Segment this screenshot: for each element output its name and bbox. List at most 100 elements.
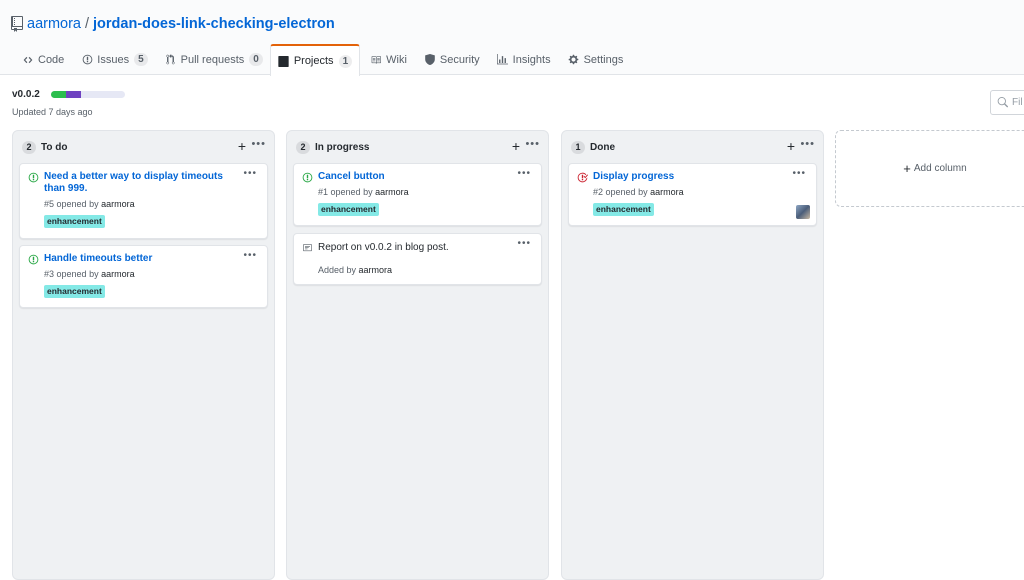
note-icon (303, 244, 312, 252)
progress-done-segment (51, 91, 66, 98)
card-menu-kebab-icon[interactable]: ••• (243, 250, 257, 261)
filter-cards-input[interactable]: Fil (990, 90, 1024, 115)
column-menu-kebab-icon[interactable]: ••• (251, 138, 266, 150)
assignee-avatar[interactable] (796, 205, 810, 219)
project-board: 2 To do + ••• Need a better way to displ… (0, 130, 1024, 580)
repo-title: aarmora / jordan-does-link-checking-elec… (11, 14, 335, 34)
issues-count-badge: 5 (134, 53, 148, 66)
issue-title-link[interactable]: Cancel button (318, 171, 508, 183)
gear-icon (568, 54, 580, 66)
code-icon (22, 54, 34, 66)
pull-request-icon (165, 54, 177, 66)
issue-author-link[interactable]: aarmora (101, 269, 135, 279)
issue-meta: #2 opened by aarmora (593, 187, 684, 197)
add-card-plus-icon[interactable]: + (787, 139, 795, 153)
pull-requests-count-badge: 0 (249, 53, 263, 66)
column-menu-kebab-icon[interactable]: ••• (525, 138, 540, 150)
add-card-plus-icon[interactable]: + (238, 139, 246, 153)
issue-title-link[interactable]: Need a better way to display timeouts th… (44, 171, 234, 195)
issue-title-link[interactable]: Display progress (593, 171, 783, 183)
tab-label: Issues (97, 53, 130, 66)
note-card[interactable]: Report on v0.0.2 in blog post. ••• Added… (293, 233, 542, 285)
add-column-label: Add column (913, 163, 967, 174)
label-enhancement[interactable]: enhancement (593, 203, 654, 216)
plus-icon: + (903, 161, 911, 176)
tab-wiki[interactable]: Wiki (360, 44, 414, 75)
progress-in-progress-segment (65, 91, 81, 98)
issue-card[interactable]: Handle timeouts better ••• #3 opened by … (19, 245, 268, 308)
shield-icon (424, 54, 436, 66)
add-card-plus-icon[interactable]: + (512, 139, 520, 153)
note-text: Report on v0.0.2 in blog post. (318, 242, 449, 253)
card-menu-kebab-icon[interactable]: ••• (517, 238, 531, 249)
issue-meta: #3 opened by aarmora (44, 269, 135, 279)
repo-owner-link[interactable]: aarmora (27, 16, 81, 32)
column-card-count: 2 (22, 141, 36, 154)
project-updated-time: Updated 7 days ago (12, 107, 93, 117)
issue-meta: #1 opened by aarmora (318, 187, 409, 197)
project-name: v0.0.2 (12, 89, 40, 100)
tab-label: Security (439, 53, 480, 66)
issue-opened-text: opened by (605, 187, 648, 197)
repo-separator: / (85, 16, 90, 32)
open-issue-icon (28, 172, 39, 183)
tab-code[interactable]: Code (12, 44, 71, 75)
search-icon (997, 97, 1008, 108)
graph-icon (497, 54, 509, 66)
repo-tabs: Code Issues 5 Pull requests 0 Projects 1… (12, 44, 631, 76)
issue-title-link[interactable]: Handle timeouts better (44, 253, 234, 265)
label-enhancement[interactable]: enhancement (44, 285, 105, 298)
repo-name-link[interactable]: jordan-does-link-checking-electron (93, 16, 335, 32)
note-meta: Added by aarmora (318, 265, 392, 275)
column-title: In progress (315, 142, 370, 153)
issue-number: #1 (318, 187, 329, 197)
repo-header: aarmora / jordan-does-link-checking-elec… (0, 0, 1024, 76)
tab-pull-requests[interactable]: Pull requests 0 (155, 44, 270, 75)
tab-label: Code (38, 53, 65, 66)
tab-label: Insights (512, 53, 551, 66)
tab-projects[interactable]: Projects 1 (269, 44, 361, 76)
issue-card[interactable]: Need a better way to display timeouts th… (19, 163, 268, 239)
tab-settings[interactable]: Settings (558, 44, 631, 75)
issue-author-link[interactable]: aarmora (101, 199, 135, 209)
tab-label: Projects (293, 55, 334, 67)
column-card-count: 1 (571, 141, 585, 154)
column-title: To do (41, 142, 68, 153)
book-icon (370, 54, 382, 66)
column-menu-kebab-icon[interactable]: ••• (800, 138, 815, 150)
open-issue-icon (28, 254, 39, 265)
tab-label: Pull requests (180, 53, 245, 66)
tab-insights[interactable]: Insights (487, 44, 558, 75)
issue-card[interactable]: Cancel button ••• #1 opened by aarmora e… (293, 163, 542, 226)
column-header: 1 Done (562, 131, 823, 164)
tab-issues[interactable]: Issues 5 (71, 44, 154, 75)
issue-author-link[interactable]: aarmora (650, 187, 684, 197)
card-menu-kebab-icon[interactable]: ••• (792, 168, 806, 179)
column-card-count: 2 (296, 141, 310, 154)
card-menu-kebab-icon[interactable]: ••• (243, 168, 257, 179)
projects-count-badge: 1 (338, 54, 353, 68)
column-in-progress: 2 In progress + ••• Cancel button ••• #1… (286, 130, 549, 580)
issue-number: #3 (44, 269, 55, 279)
column-title: Done (590, 142, 615, 153)
note-added-text: Added by (318, 265, 357, 275)
issue-card[interactable]: Display progress ••• #2 opened by aarmor… (568, 163, 817, 226)
tab-label: Settings (583, 53, 624, 66)
filter-placeholder: Fil (1012, 97, 1023, 108)
card-menu-kebab-icon[interactable]: ••• (517, 168, 531, 179)
tab-label: Wiki (386, 53, 407, 66)
issue-meta: #5 opened by aarmora (44, 199, 135, 209)
tab-security[interactable]: Security (414, 44, 487, 75)
column-done: 1 Done + ••• Display progress ••• #2 ope… (561, 130, 824, 580)
label-enhancement[interactable]: enhancement (44, 215, 105, 228)
issue-opened-text: opened by (330, 187, 373, 197)
issue-number: #2 (593, 187, 604, 197)
closed-issue-icon (577, 172, 588, 183)
label-enhancement[interactable]: enhancement (318, 203, 379, 216)
project-progress-bar (51, 91, 125, 98)
add-column-button[interactable]: + Add column (835, 130, 1024, 207)
open-issue-icon (302, 172, 313, 183)
column-to-do: 2 To do + ••• Need a better way to displ… (12, 130, 275, 580)
issue-author-link[interactable]: aarmora (375, 187, 409, 197)
note-author-link[interactable]: aarmora (359, 265, 393, 275)
